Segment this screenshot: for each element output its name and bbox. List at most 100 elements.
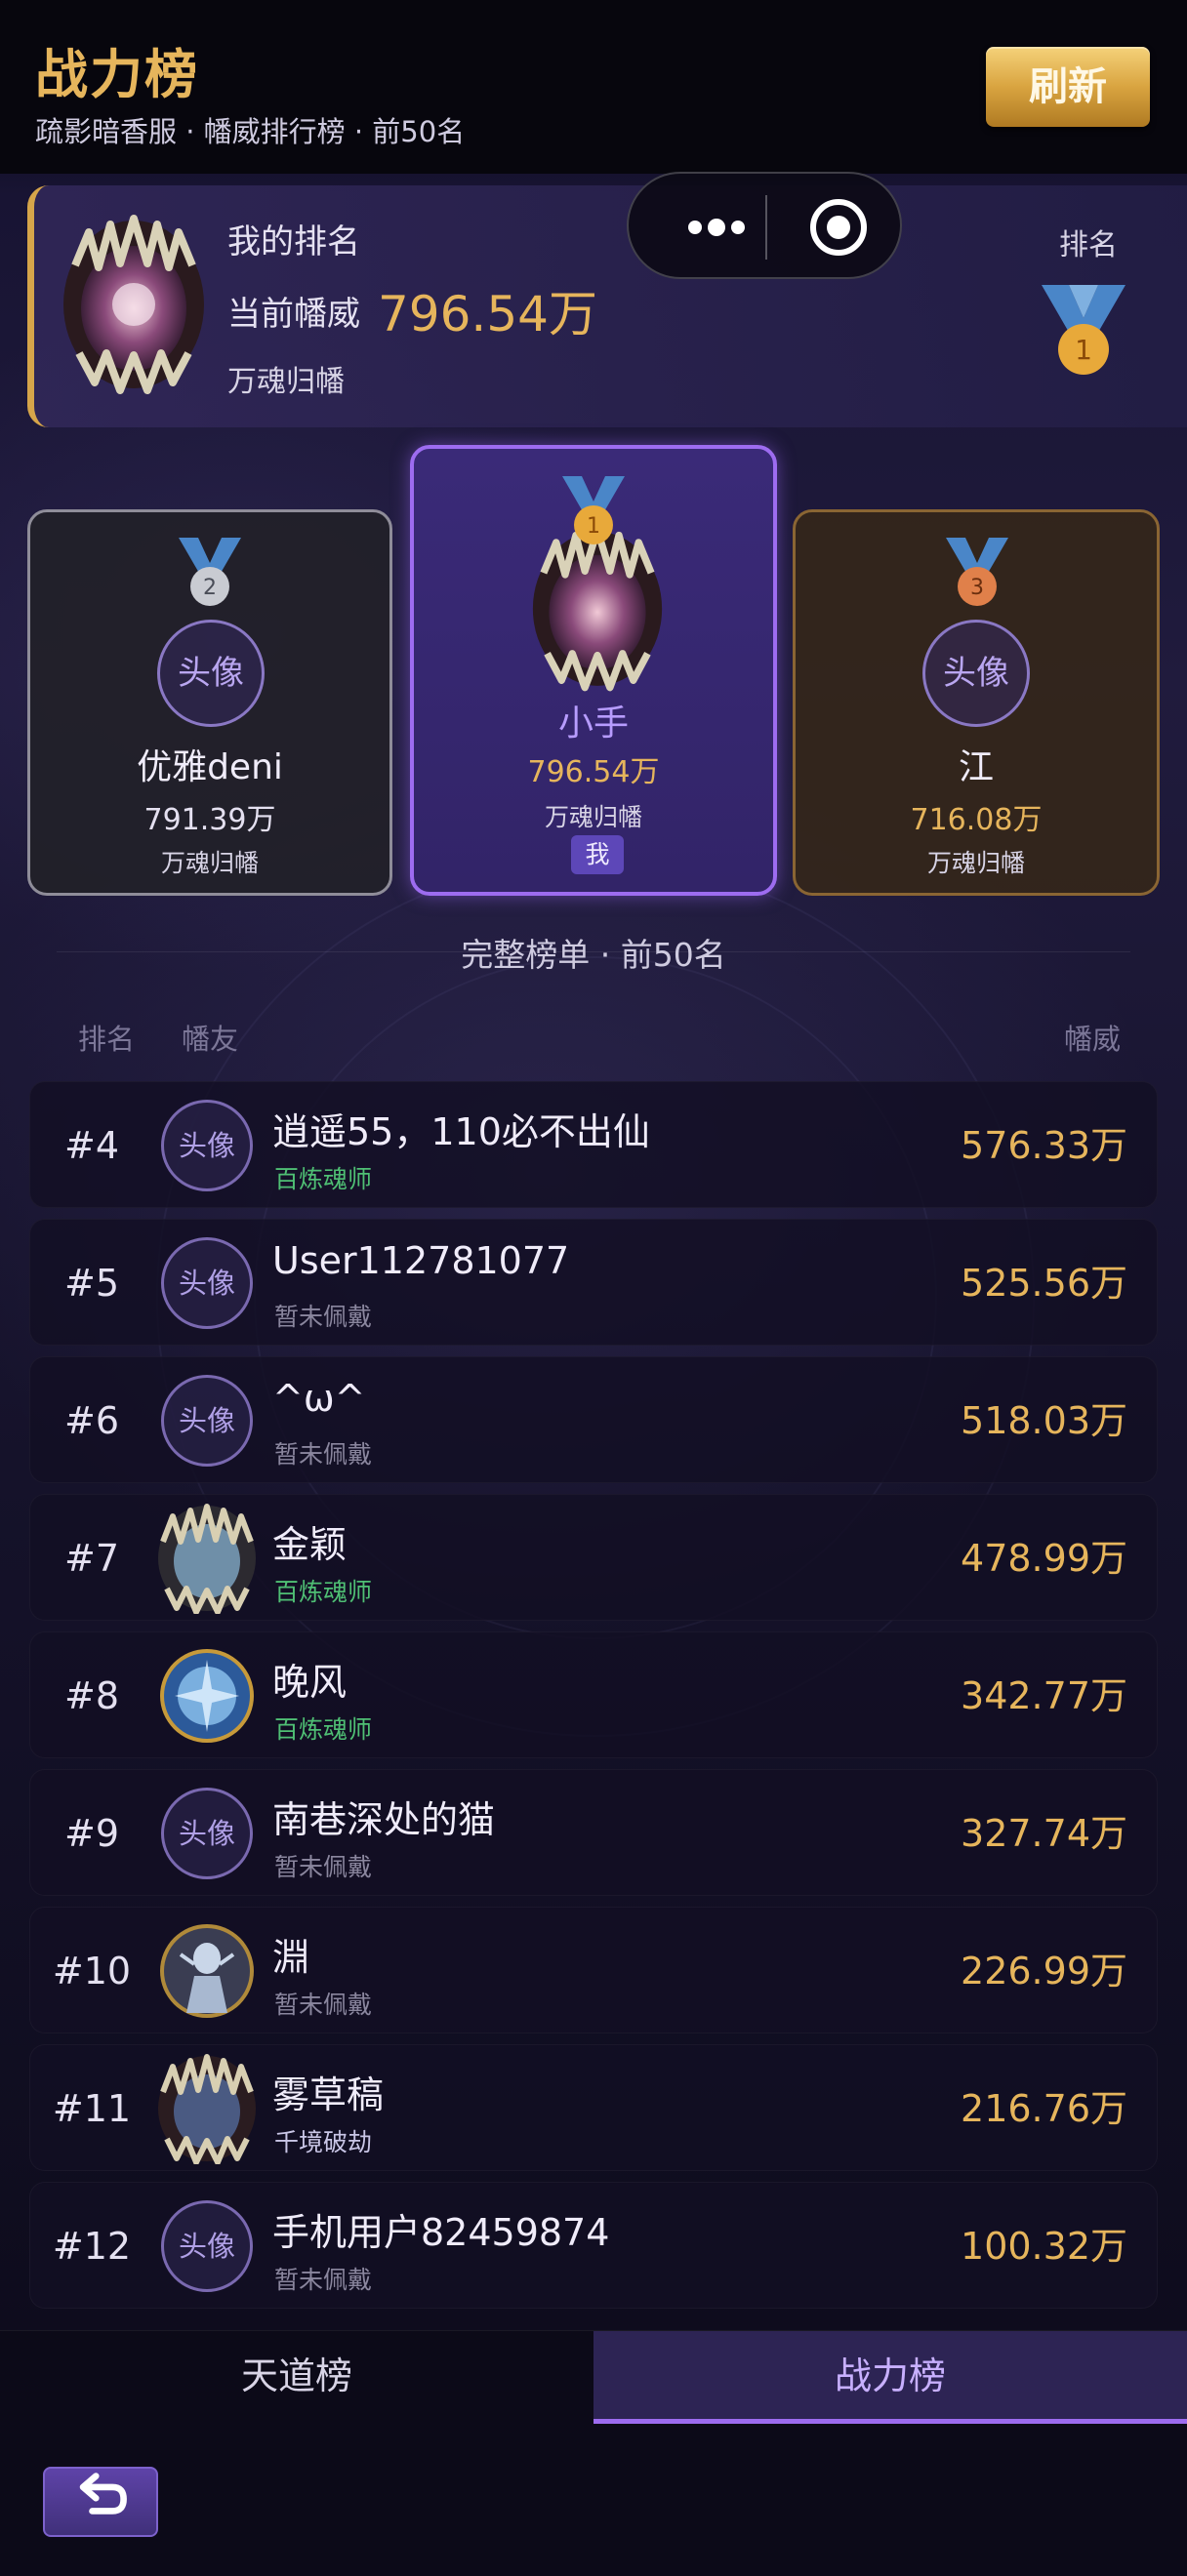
row-title: 暂未佩戴 xyxy=(274,1440,373,1469)
leaderboard-row[interactable]: #12 头像 手机用户82459874 暂未佩戴 100.32万 xyxy=(29,2182,1158,2309)
player-name: 优雅deni xyxy=(137,747,283,787)
my-power-label: 当前幡威 xyxy=(227,295,360,334)
miniprogram-capsule xyxy=(627,172,902,279)
row-name: 逍遥55，110必不出仙 xyxy=(272,1110,650,1153)
avatar-placeholder: 头像 xyxy=(161,1100,253,1191)
leaderboard-row[interactable]: #8 晚风 百炼魂师 342.77万 xyxy=(29,1631,1158,1758)
my-power-value: 796.54万 xyxy=(378,286,597,342)
row-power: 478.99万 xyxy=(961,1537,1127,1580)
my-title: 万魂归幡 xyxy=(227,365,345,399)
leaderboard-row[interactable]: #10 淵 暂未佩戴 226.99万 xyxy=(29,1907,1158,2033)
player-power: 791.39万 xyxy=(143,803,276,837)
row-title: 暂未佩戴 xyxy=(274,2266,373,2294)
page-subtitle: 疏影暗香服 · 幡威排行榜 · 前50名 xyxy=(35,115,466,148)
my-avatar-skull-emblem xyxy=(63,215,204,394)
avatar-placeholder: 头像 xyxy=(157,620,265,727)
podium-card-third[interactable]: 3 头像 江 716.08万 万魂归幡 xyxy=(793,509,1160,896)
row-name: 手机用户82459874 xyxy=(272,2211,610,2254)
row-rank: #11 xyxy=(52,2087,132,2130)
row-rank: #9 xyxy=(63,1812,120,1855)
medal-number: 2 xyxy=(203,576,217,600)
back-button[interactable] xyxy=(43,2467,158,2537)
medal-icon: 2 xyxy=(179,538,241,606)
column-header-power: 幡威 xyxy=(1064,1023,1122,1056)
skull-avatar xyxy=(158,2054,256,2164)
row-power: 576.33万 xyxy=(961,1124,1127,1167)
medal-icon: 1 xyxy=(562,476,625,544)
row-power: 216.76万 xyxy=(961,2087,1127,2130)
leaderboard-row[interactable]: #4 头像 逍遥55，110必不出仙 百炼魂师 576.33万 xyxy=(29,1081,1158,1208)
more-dots-icon[interactable] xyxy=(668,203,765,252)
avatar-placeholder: 头像 xyxy=(161,2200,253,2292)
rank-label: 排名 xyxy=(1059,228,1118,262)
row-name: ^ω^ xyxy=(272,1377,366,1420)
tab-power-ranking[interactable]: 战力榜 xyxy=(594,2331,1187,2425)
leaderboard-row[interactable]: #9 头像 南巷深处的猫 暂未佩戴 327.74万 xyxy=(29,1769,1158,1896)
row-power: 342.77万 xyxy=(961,1674,1127,1717)
row-name: 晚风 xyxy=(272,1661,348,1704)
capsule-divider xyxy=(765,195,767,260)
row-power: 327.74万 xyxy=(961,1812,1127,1855)
skull-avatar xyxy=(158,1504,256,1614)
row-name: 雾草稿 xyxy=(272,2073,385,2116)
row-title: 百炼魂师 xyxy=(274,1715,373,1744)
medal-icon: 1 xyxy=(1042,285,1126,375)
page-title: 战力榜 xyxy=(35,44,199,105)
avatar-placeholder: 头像 xyxy=(161,1237,253,1329)
avatar-placeholder: 头像 xyxy=(161,1375,253,1467)
my-rank-label: 我的排名 xyxy=(227,222,360,262)
player-power: 716.08万 xyxy=(910,803,1043,837)
medal-icon: 3 xyxy=(946,538,1008,606)
bottom-tab-bar: 天道榜 战力榜 xyxy=(0,2330,1187,2425)
row-rank: #7 xyxy=(63,1537,120,1580)
medal-number: 1 xyxy=(587,514,600,539)
row-title: 千境破劫 xyxy=(274,2128,373,2156)
target-icon[interactable] xyxy=(806,195,871,260)
column-header-friend: 幡友 xyxy=(182,1023,239,1056)
row-rank: #6 xyxy=(63,1399,120,1442)
row-power: 525.56万 xyxy=(961,1262,1127,1305)
player-power: 796.54万 xyxy=(527,755,660,789)
medal-number: 3 xyxy=(970,576,984,600)
column-header-rank: 排名 xyxy=(78,1023,136,1056)
medal-number: 1 xyxy=(1075,334,1092,366)
me-badge: 我 xyxy=(571,835,624,874)
leaderboard-row[interactable]: #6 头像 ^ω^ 暂未佩戴 518.03万 xyxy=(29,1356,1158,1483)
row-name: 金颖 xyxy=(272,1523,348,1566)
row-rank: #10 xyxy=(52,1950,132,1992)
list-section-title: 完整榜单 · 前50名 xyxy=(461,936,726,974)
leaderboard-row[interactable]: #5 头像 User112781077 暂未佩戴 525.56万 xyxy=(29,1219,1158,1346)
podium-card-first[interactable]: 1 小手 796.54万 万魂归幡 我 xyxy=(410,445,777,896)
tab-tiandao[interactable]: 天道榜 xyxy=(0,2331,594,2425)
row-name: 淵 xyxy=(272,1936,310,1979)
header-bar: 战力榜 疏影暗香服 · 幡威排行榜 · 前50名 刷新 xyxy=(0,0,1187,174)
frost-avatar xyxy=(160,1649,254,1743)
row-power: 518.03万 xyxy=(961,1399,1127,1442)
refresh-button[interactable]: 刷新 xyxy=(986,47,1150,127)
player-title: 万魂归幡 xyxy=(544,803,642,831)
row-rank: #12 xyxy=(52,2225,132,2268)
row-name: 南巷深处的猫 xyxy=(272,1798,496,1841)
my-rank-card: 我的排名 当前幡威 796.54万 万魂归幡 排名 1 xyxy=(27,185,1187,427)
avatar-placeholder: 头像 xyxy=(161,1788,253,1879)
player-title: 万魂归幡 xyxy=(926,849,1025,877)
row-title: 百炼魂师 xyxy=(274,1165,373,1193)
podium-card-second[interactable]: 2 头像 优雅deni 791.39万 万魂归幡 xyxy=(27,509,392,896)
warrior-avatar xyxy=(160,1924,254,2018)
row-rank: #8 xyxy=(63,1674,120,1717)
player-name: 江 xyxy=(958,747,994,787)
leaderboard-row[interactable]: #7 金颖 百炼魂师 478.99万 xyxy=(29,1494,1158,1621)
footer-bar xyxy=(0,2424,1187,2576)
avatar-placeholder: 头像 xyxy=(922,620,1030,727)
leaderboard-row[interactable]: #11 雾草稿 千境破劫 216.76万 xyxy=(29,2044,1158,2171)
row-power: 100.32万 xyxy=(961,2225,1127,2268)
row-title: 暂未佩戴 xyxy=(274,1991,373,2019)
row-power: 226.99万 xyxy=(961,1950,1127,1992)
row-rank: #5 xyxy=(63,1262,120,1305)
row-title: 百炼魂师 xyxy=(274,1578,373,1606)
return-arrow-icon xyxy=(79,2473,127,2515)
player-name: 小手 xyxy=(557,704,629,744)
row-title: 暂未佩戴 xyxy=(274,1303,373,1331)
row-title: 暂未佩戴 xyxy=(274,1853,373,1881)
player-title: 万魂归幡 xyxy=(160,849,259,877)
